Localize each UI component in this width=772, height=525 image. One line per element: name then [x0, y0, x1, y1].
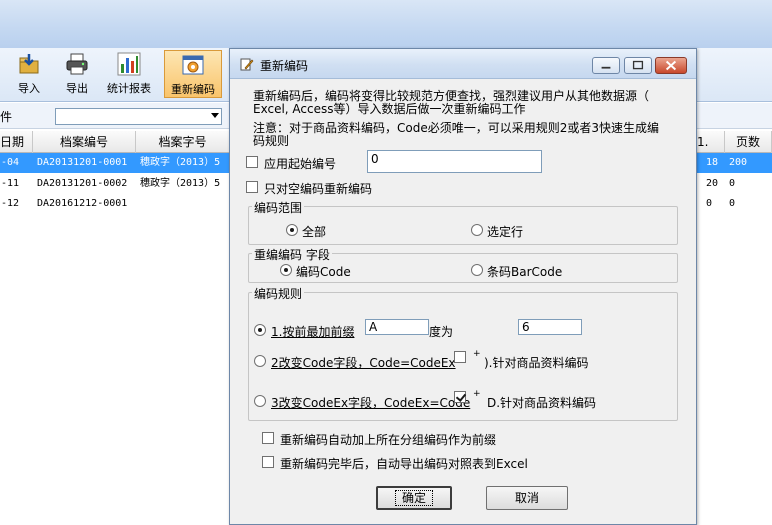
export-label: 导出 — [66, 82, 88, 95]
export-button[interactable]: 导出 — [60, 50, 94, 98]
import-button[interactable]: 导入 — [12, 50, 46, 98]
rule1-radio[interactable] — [254, 324, 266, 336]
prefix-field[interactable]: A — [365, 319, 429, 335]
field-group-label: 重编编码 字段 — [252, 246, 332, 263]
recode-button[interactable]: 重新编码 — [164, 50, 222, 98]
field-barcode-radio[interactable] — [471, 264, 483, 276]
close-icon — [665, 60, 677, 71]
filter-combo[interactable] — [55, 108, 222, 125]
import-icon — [19, 54, 39, 74]
length-label: 度为 — [429, 325, 454, 339]
rule2-checkbox[interactable] — [454, 351, 466, 363]
start-number-field[interactable]: 0 — [367, 150, 542, 173]
description-line2: Excel, Access等）导入数据后做一次重新编码工作 — [253, 102, 526, 116]
field-barcode-label: 条码BarCode — [487, 265, 563, 279]
length-field[interactable]: 6 — [518, 319, 582, 335]
printer-export-icon — [66, 53, 88, 75]
note-line2: 码规则 — [253, 134, 290, 148]
field-code-radio[interactable] — [280, 264, 292, 276]
range-selected-radio[interactable] — [471, 224, 483, 236]
rule-group-label: 编码规则 — [252, 285, 305, 302]
range-all-label: 全部 — [302, 225, 327, 239]
export-excel-label: 重新编码完毕后，自动导出编码对照表到Excel — [280, 457, 528, 471]
rule2-radio[interactable] — [254, 355, 266, 367]
maximize-button[interactable] — [624, 57, 652, 74]
col-ref[interactable]: 档案字号 — [136, 131, 230, 153]
report-label: 统计报表 — [107, 82, 151, 95]
note-line1: 注意：对于商品资料编码，Code必须唯一，可以采用规则2或者3快速生成编 — [253, 121, 659, 135]
dialog-title: 重新编码 — [260, 59, 309, 73]
col-pages[interactable]: 页数 — [725, 131, 772, 153]
rule3-radio[interactable] — [254, 395, 266, 407]
rule2-check-mark: + — [473, 349, 481, 359]
rule3-check-mark: + — [473, 389, 481, 399]
dialog-titlebar[interactable]: 重新编码 — [230, 49, 696, 79]
cancel-button[interactable]: 取消 — [486, 486, 568, 510]
empty-only-checkbox[interactable] — [246, 181, 258, 193]
close-button[interactable] — [655, 57, 687, 74]
minimize-button[interactable] — [592, 57, 620, 74]
pencil-icon — [240, 58, 254, 71]
rule1-label: 1.按前最加前缀 — [271, 325, 355, 339]
col-code[interactable]: 档案编号 — [33, 131, 136, 153]
export-excel-checkbox[interactable] — [262, 456, 274, 468]
report-button[interactable]: 统计报表 — [103, 50, 155, 98]
recode-dialog: 重新编码 重新编码后，编码将变得比较规范方便查找，强烈建议用户从其他数据源（ E… — [229, 48, 697, 525]
filter-label: 件 — [0, 110, 13, 124]
auto-prefix-label: 重新编码自动加上所在分组编码作为前缀 — [280, 433, 497, 447]
bar-chart-icon — [117, 52, 141, 76]
range-group-label: 编码范围 — [252, 199, 305, 216]
field-code-label: 编码Code — [296, 265, 351, 279]
range-all-radio[interactable] — [286, 224, 298, 236]
col-date[interactable]: 日期 — [0, 131, 33, 153]
auto-prefix-checkbox[interactable] — [262, 432, 274, 444]
minimize-icon — [601, 66, 611, 69]
apply-start-checkbox[interactable] — [246, 156, 258, 168]
empty-only-label: 只对空编码重新编码 — [264, 182, 373, 196]
rule3-checkbox[interactable] — [454, 391, 466, 403]
maximize-icon — [632, 60, 644, 70]
rule2-check-label: ).针对商品资料编码 — [484, 356, 589, 370]
recode-icon — [182, 55, 204, 75]
chevron-down-icon — [211, 113, 219, 118]
app-title-area — [0, 0, 772, 48]
recode-label: 重新编码 — [171, 83, 215, 96]
rule2-label: 2改变Code字段，Code=CodeEx — [271, 356, 456, 370]
ok-button[interactable]: 确定 — [376, 486, 452, 510]
import-label: 导入 — [18, 82, 40, 95]
range-selected-label: 选定行 — [487, 225, 524, 239]
apply-start-label: 应用起始编号 — [264, 157, 337, 171]
rule3-label: 3改变CodeEx字段，CodeEx=Code — [271, 396, 471, 410]
rule3-check-label: D.针对商品资料编码 — [487, 396, 597, 410]
col-fragment[interactable]: 1. — [697, 131, 725, 153]
